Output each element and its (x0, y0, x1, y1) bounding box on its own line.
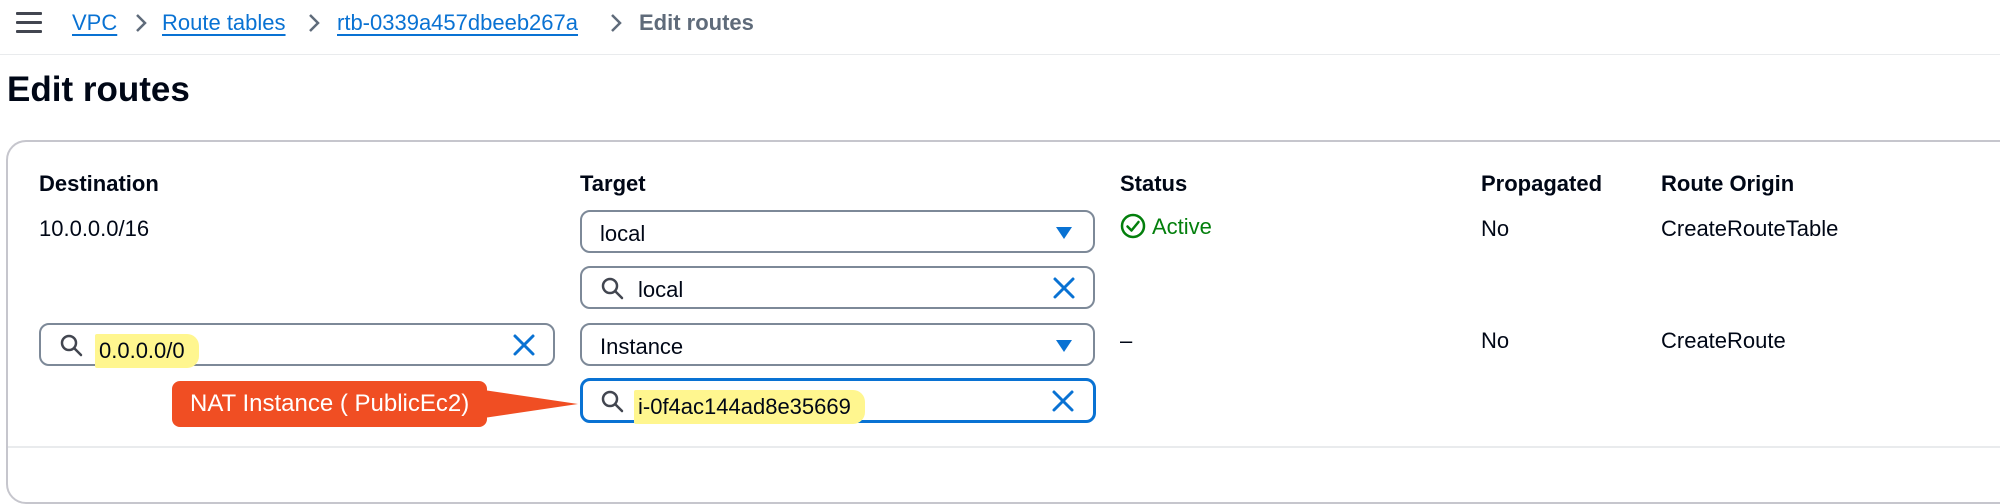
chevron-right-icon (611, 14, 622, 32)
row2-target-search-value: i-0f4ac144ad8e35669 (634, 390, 865, 424)
row2-target-search[interactable]: i-0f4ac144ad8e35669 (580, 378, 1096, 424)
callout-pointer-arrow (470, 388, 578, 420)
row1-destination: 10.0.0.0/16 (39, 216, 150, 241)
breadcrumb-route-table-id[interactable]: rtb-0339a457dbeeb267a (337, 10, 578, 36)
row2-target-select-value: Instance (600, 334, 684, 359)
check-circle-icon (1120, 213, 1146, 239)
header-destination: Destination (39, 171, 159, 196)
row1-propagated: No (1481, 216, 1510, 241)
row1-target-select-value: local (600, 221, 646, 246)
annotation-callout: NAT Instance ( PublicEc2) (172, 381, 488, 427)
row1-status: Active (1152, 214, 1212, 239)
caret-down-icon (1056, 340, 1072, 352)
chevron-right-icon (136, 14, 147, 32)
row2-propagated: No (1481, 328, 1510, 353)
row1-target-search-value: local (638, 277, 684, 302)
breadcrumb-current: Edit routes (639, 10, 754, 35)
page-title: Edit routes (7, 70, 190, 109)
breadcrumb-vpc[interactable]: VPC (72, 10, 117, 36)
row2-destination-value: 0.0.0.0/0 (95, 334, 199, 368)
row2-target-select[interactable]: Instance (580, 323, 1095, 366)
row2-status: – (1120, 328, 1133, 353)
row1-target-search[interactable]: local (580, 266, 1095, 309)
header-target: Target (580, 171, 646, 196)
header-propagated: Propagated (1481, 171, 1603, 196)
chevron-right-icon (309, 14, 320, 32)
hamburger-menu-icon[interactable] (16, 12, 42, 34)
header-route-origin: Route Origin (1661, 171, 1795, 196)
header-status: Status (1120, 171, 1188, 196)
search-icon (601, 390, 624, 413)
row1-route-origin: CreateRouteTable (1661, 216, 1839, 241)
divider (8, 446, 2000, 448)
close-icon[interactable] (511, 332, 537, 358)
search-icon (601, 277, 624, 300)
row2-destination-search[interactable]: 0.0.0.0/0 (39, 323, 555, 368)
caret-down-icon (1056, 227, 1072, 239)
close-icon[interactable] (1050, 388, 1076, 414)
breadcrumb-route-tables[interactable]: Route tables (162, 10, 286, 36)
row1-target-select[interactable]: local (580, 210, 1095, 253)
close-icon[interactable] (1051, 275, 1077, 301)
top-navigation-bar: VPC Route tables rtb-0339a457dbeeb267a E… (0, 0, 2000, 55)
row2-route-origin: CreateRoute (1661, 328, 1786, 353)
search-icon (60, 334, 83, 357)
